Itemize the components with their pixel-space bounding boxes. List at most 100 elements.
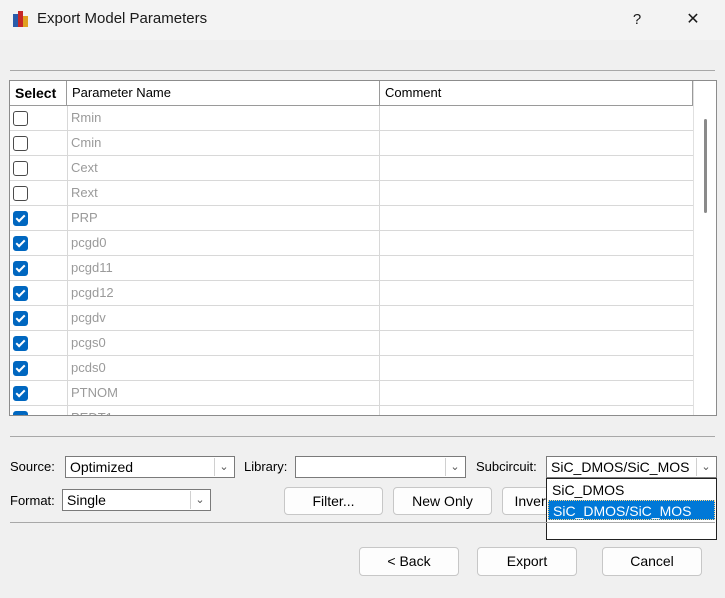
comment-cell[interactable] [380,381,694,405]
table-row[interactable]: PEDT1 [10,406,694,415]
scrollbar-thumb[interactable] [704,119,707,213]
vertical-scrollbar[interactable] [693,81,716,415]
window-title: Export Model Parameters [37,10,208,27]
parameter-name-cell: pcgdv [67,306,380,330]
select-checkbox[interactable] [13,236,28,251]
subcircuit-label: Subcircuit: [476,459,537,474]
cancel-button[interactable]: Cancel [602,547,702,576]
select-cell [10,256,68,280]
parameter-name-cell: pcgd12 [67,281,380,305]
parameter-name-cell: Cmin [67,131,380,155]
divider [10,522,715,523]
parameter-name-cell: pcgs0 [67,331,380,355]
parameter-name-cell: Rmin [67,106,380,130]
table-row[interactable]: pcgs0 [10,331,694,356]
select-checkbox[interactable] [13,336,28,351]
select-checkbox[interactable] [13,136,28,151]
table-row[interactable]: pcgdv [10,306,694,331]
column-header-select[interactable]: Select [10,81,67,105]
filter-button[interactable]: Filter... [284,487,383,515]
table-row[interactable]: pcgd12 [10,281,694,306]
table-row[interactable]: Rmin [10,106,694,131]
comment-cell[interactable] [380,106,694,130]
select-cell [10,156,68,180]
parameter-name-cell: Cext [67,156,380,180]
divider [10,436,715,437]
parameter-name-cell: pcds0 [67,356,380,380]
export-button[interactable]: Export [477,547,577,576]
parameter-name-cell: PTNOM [67,381,380,405]
chevron-down-icon: ⌄ [696,458,715,476]
parameter-name-cell: PEDT1 [67,406,380,415]
format-label: Format: [10,493,55,508]
select-cell [10,306,68,330]
title-bar: Export Model Parameters ? ✕ [0,0,725,40]
help-button[interactable]: ? [620,4,654,36]
comment-cell[interactable] [380,306,694,330]
parameter-name-cell: pcgd0 [67,231,380,255]
select-cell [10,331,68,355]
table-row[interactable]: pcgd11 [10,256,694,281]
select-checkbox[interactable] [13,361,28,376]
parameter-name-cell: PRP [67,206,380,230]
select-checkbox[interactable] [13,186,28,201]
comment-cell[interactable] [380,356,694,380]
subcircuit-select[interactable]: SiC_DMOS/SiC_MOS ⌄ [546,456,717,478]
column-header-comment[interactable]: Comment [380,81,693,105]
parameter-name-cell: Rext [67,181,380,205]
select-cell [10,356,68,380]
table-row[interactable]: Rext [10,181,694,206]
comment-cell[interactable] [380,131,694,155]
select-cell [10,231,68,255]
select-cell [10,131,68,155]
comment-cell[interactable] [380,406,694,415]
grid-header: Select Parameter Name Comment [10,81,693,106]
chevron-down-icon: ⌄ [445,458,464,476]
close-button[interactable]: ✕ [673,4,713,36]
select-cell [10,381,68,405]
select-checkbox[interactable] [13,311,28,326]
library-select[interactable]: ⌄ [295,456,466,478]
select-cell [10,406,68,415]
comment-cell[interactable] [380,331,694,355]
select-checkbox[interactable] [13,111,28,126]
subcircuit-option[interactable]: SiC_DMOS [548,480,715,500]
select-cell [10,206,68,230]
parameter-grid[interactable]: Select Parameter Name Comment Rmin Cmin Ce… [9,80,717,416]
format-value: Single [67,492,106,508]
select-cell [10,181,68,205]
table-row[interactable]: pcgd0 [10,231,694,256]
divider [10,70,715,71]
grid-body: Rmin Cmin Cext Rext PRP pcgd0 pcgd11 pcgd12 pcgd… [10,106,694,415]
table-row[interactable]: pcds0 [10,356,694,381]
comment-cell[interactable] [380,231,694,255]
select-checkbox[interactable] [13,286,28,301]
chevron-down-icon: ⌄ [190,491,209,509]
comment-cell[interactable] [380,281,694,305]
select-cell [10,281,68,305]
select-checkbox[interactable] [13,211,28,226]
table-row[interactable]: Cmin [10,131,694,156]
subcircuit-dropdown-list[interactable]: SiC_DMOS SiC_DMOS/SiC_MOS [546,478,717,540]
new-only-button[interactable]: New Only [393,487,492,515]
subcircuit-value: SiC_DMOS/SiC_MOS [551,459,690,475]
source-select[interactable]: Optimized ⌄ [65,456,235,478]
format-select[interactable]: Single ⌄ [62,489,211,511]
comment-cell[interactable] [380,256,694,280]
comment-cell[interactable] [380,156,694,180]
comment-cell[interactable] [380,181,694,205]
subcircuit-option-selected[interactable]: SiC_DMOS/SiC_MOS [548,500,715,520]
table-row[interactable]: PTNOM [10,381,694,406]
select-checkbox[interactable] [13,411,28,415]
select-checkbox[interactable] [13,261,28,276]
column-header-parameter-name[interactable]: Parameter Name [67,81,380,105]
parameter-name-cell: pcgd11 [67,256,380,280]
select-checkbox[interactable] [13,161,28,176]
table-row[interactable]: PRP [10,206,694,231]
back-button[interactable]: < Back [359,547,459,576]
select-checkbox[interactable] [13,386,28,401]
table-row[interactable]: Cext [10,156,694,181]
chevron-down-icon: ⌄ [214,458,233,476]
comment-cell[interactable] [380,206,694,230]
library-label: Library: [244,459,288,474]
